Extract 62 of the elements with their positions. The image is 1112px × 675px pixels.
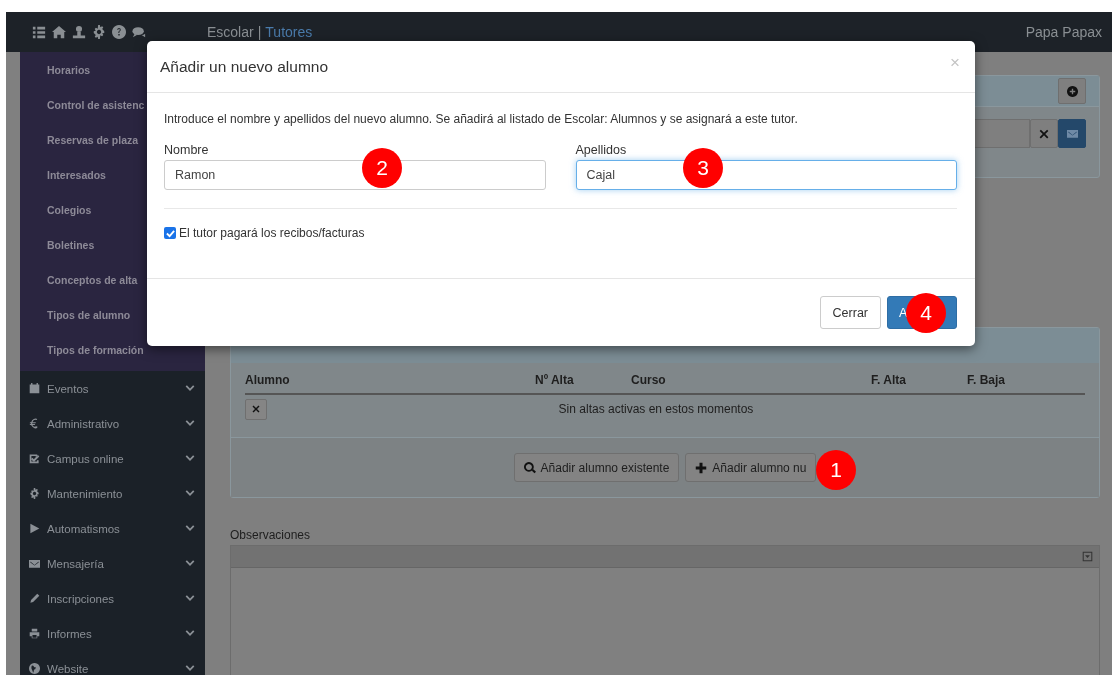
field-label: Observaciones bbox=[230, 528, 312, 542]
mail-icon bbox=[1066, 128, 1078, 139]
submenu-item[interactable]: Tipos de alumno bbox=[47, 308, 131, 321]
column-header: Alumno bbox=[245, 373, 291, 387]
section-link[interactable]: Tutores bbox=[265, 24, 313, 40]
help-icon[interactable] bbox=[112, 25, 126, 39]
plus-icon bbox=[695, 461, 708, 474]
menu-section[interactable]: Website bbox=[47, 662, 178, 675]
user-name[interactable]: Papa Papax bbox=[1025, 24, 1102, 40]
chat-icon[interactable] bbox=[132, 25, 146, 39]
home-icon[interactable] bbox=[52, 25, 66, 39]
euro-icon bbox=[29, 418, 40, 429]
pencil-icon bbox=[29, 593, 40, 604]
submenu-item[interactable]: Colegios bbox=[47, 203, 92, 216]
submenu-item[interactable]: Conceptos de alta bbox=[47, 273, 138, 286]
dialog-title: Añadir un nuevo alumno bbox=[160, 57, 329, 76]
menu-section[interactable]: Campus online bbox=[47, 452, 178, 465]
send-button[interactable] bbox=[1058, 119, 1086, 148]
column-header: Nº Alta bbox=[535, 373, 575, 387]
remove-button[interactable] bbox=[245, 398, 267, 420]
checkbox-label[interactable]: El tutor pagará los recibos/facturas bbox=[179, 226, 365, 240]
menu-section[interactable]: Informes bbox=[47, 627, 178, 640]
submenu-item[interactable]: Horarios bbox=[47, 63, 91, 76]
play-icon bbox=[29, 523, 40, 534]
menu-section[interactable]: Mensajería bbox=[47, 557, 178, 570]
user-icon[interactable] bbox=[72, 25, 86, 39]
settings-icon[interactable] bbox=[92, 25, 106, 39]
app-title: Escolar bbox=[207, 24, 254, 40]
dropdown-icon bbox=[1082, 551, 1093, 562]
submenu-item[interactable]: Interesados bbox=[47, 168, 106, 181]
submenu-item[interactable]: Tipos de formación bbox=[47, 343, 144, 356]
search-icon bbox=[523, 461, 536, 474]
submenu-item[interactable]: Reservas de plaza bbox=[47, 133, 139, 146]
title-separator: | bbox=[257, 24, 262, 40]
column-header: F. Baja bbox=[967, 373, 1006, 387]
close-button[interactable]: Cerrar bbox=[819, 296, 881, 329]
column-header: Curso bbox=[631, 373, 667, 387]
submenu-item[interactable]: Boletines bbox=[47, 238, 95, 251]
dialog-description: Introduce el nombre y apellidos del nuevo alumno. Se añadirá al listado de Escolar: Alumnos y se asignará a este tutor. bbox=[164, 112, 798, 126]
field-label: Apellidos bbox=[575, 143, 628, 157]
menu-section[interactable]: Administrativo bbox=[47, 417, 178, 430]
menu-section[interactable]: Mantenimiento bbox=[47, 487, 178, 500]
submenu-item[interactable]: Control de asistenc bbox=[47, 98, 145, 111]
printer-icon bbox=[29, 628, 40, 639]
menu-section[interactable]: Eventos bbox=[47, 382, 178, 395]
add-student-button[interactable]: Añadir alumno existente bbox=[513, 453, 680, 482]
add-button[interactable] bbox=[1058, 78, 1086, 104]
menu-section[interactable]: Automatismos bbox=[47, 522, 178, 535]
close-icon bbox=[1039, 128, 1049, 139]
empty-message: Sin altas activas en estos momentos bbox=[557, 402, 755, 416]
clear-button[interactable] bbox=[1030, 119, 1058, 148]
checkbox[interactable] bbox=[164, 227, 176, 239]
column-header: F. Alta bbox=[871, 373, 907, 387]
settings-icon bbox=[29, 488, 40, 499]
close-icon bbox=[252, 405, 260, 413]
list-icon[interactable] bbox=[32, 25, 46, 39]
add-student-button[interactable]: Añadir alumno nu bbox=[685, 453, 817, 482]
globe-icon bbox=[29, 663, 40, 674]
field-label: Nombre bbox=[164, 143, 210, 157]
menu-section[interactable]: Inscripciones bbox=[47, 592, 178, 605]
calendar-icon bbox=[29, 383, 40, 394]
mail-icon bbox=[29, 558, 40, 569]
